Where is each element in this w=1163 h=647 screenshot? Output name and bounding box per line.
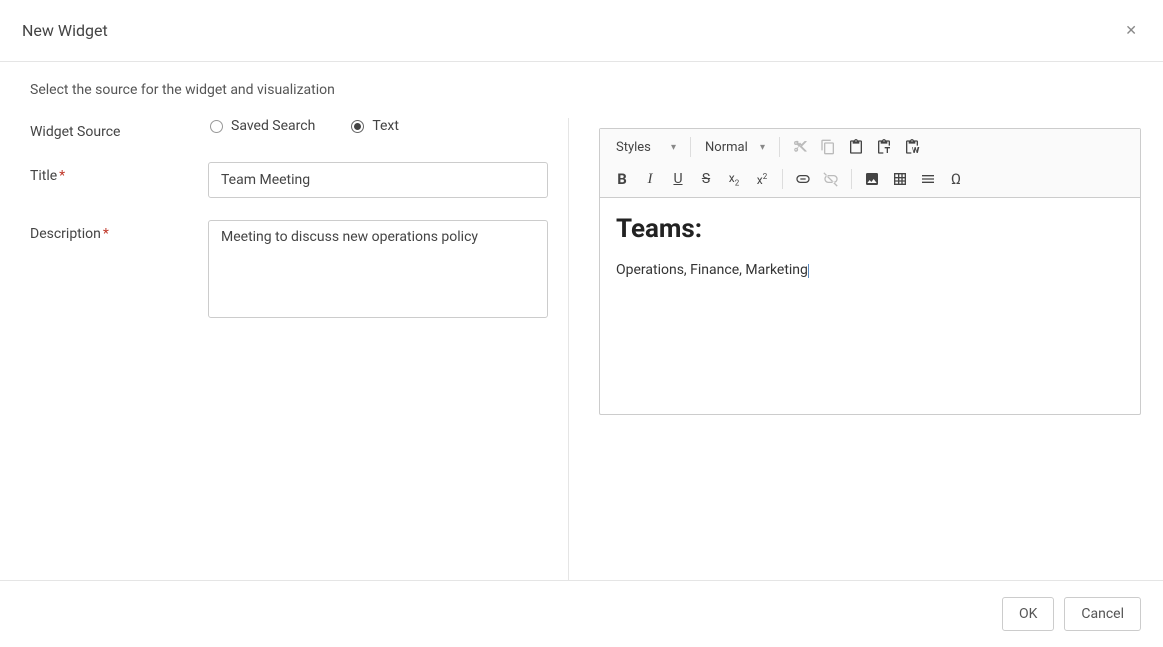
radio-circle-text	[351, 120, 364, 133]
editor-paragraph: Operations, Finance, Marketing	[616, 262, 1124, 278]
styles-dropdown-label: Styles	[616, 140, 651, 155]
underline-icon: U	[673, 171, 682, 187]
toolbar-row-2: B I U S x2 x2	[608, 165, 1132, 193]
widget-source-label: Widget Source	[30, 118, 210, 140]
title-row: Title*	[30, 162, 548, 198]
paste-icon	[848, 139, 864, 155]
right-panel: Styles ▾ Normal ▾	[569, 118, 1163, 580]
radio-text[interactable]: Text	[351, 118, 399, 134]
close-button[interactable]: ✕	[1121, 18, 1141, 43]
instruction-text: Select the source for the widget and vis…	[0, 62, 1163, 118]
description-input[interactable]	[208, 220, 548, 318]
radio-saved-search[interactable]: Saved Search	[210, 118, 315, 134]
format-group: Normal ▾	[697, 136, 773, 159]
toolbar-separator	[782, 169, 783, 189]
paste-word-icon	[904, 139, 920, 155]
cut-button[interactable]	[786, 133, 814, 161]
insert-group: Ω	[858, 165, 970, 193]
text-cursor	[808, 264, 809, 278]
editor-toolbar: Styles ▾ Normal ▾	[600, 129, 1140, 198]
new-widget-dialog: New Widget ✕ Select the source for the w…	[0, 0, 1163, 647]
format-dropdown[interactable]: Normal ▾	[697, 136, 773, 159]
table-button[interactable]	[886, 165, 914, 193]
subscript-button[interactable]: x2	[720, 165, 748, 193]
title-input[interactable]	[208, 162, 548, 198]
image-icon	[864, 171, 880, 187]
copy-button[interactable]	[814, 133, 842, 161]
description-row: Description*	[30, 220, 548, 318]
toolbar-row-1: Styles ▾ Normal ▾	[608, 133, 1132, 161]
dialog-header: New Widget ✕	[0, 0, 1163, 62]
required-marker: *	[59, 168, 65, 184]
bold-button[interactable]: B	[608, 165, 636, 193]
radio-label-saved-search: Saved Search	[231, 118, 315, 134]
rich-text-editor: Styles ▾ Normal ▾	[599, 128, 1141, 415]
subscript-icon: x2	[729, 171, 739, 187]
required-marker: *	[103, 226, 109, 242]
omega-icon: Ω	[951, 170, 961, 188]
text-format-group: B I U S x2 x2	[608, 165, 776, 193]
title-label: Title*	[30, 162, 208, 184]
styles-dropdown[interactable]: Styles ▾	[608, 136, 684, 159]
underline-button[interactable]: U	[664, 165, 692, 193]
strikethrough-icon: S	[702, 171, 710, 187]
horizontal-rule-button[interactable]	[914, 165, 942, 193]
copy-icon	[820, 139, 836, 155]
styles-group: Styles ▾	[608, 136, 684, 159]
format-dropdown-label: Normal	[705, 140, 748, 155]
radio-label-text: Text	[372, 118, 399, 134]
title-label-text: Title	[30, 168, 57, 184]
editor-heading: Teams:	[616, 214, 1124, 244]
italic-icon: I	[648, 171, 653, 188]
widget-source-row: Widget Source Saved Search Text	[30, 118, 548, 140]
strikethrough-button[interactable]: S	[692, 165, 720, 193]
clipboard-group	[786, 133, 926, 161]
description-label: Description*	[30, 220, 208, 242]
left-panel: Widget Source Saved Search Text	[0, 118, 569, 580]
caret-down-icon: ▾	[671, 142, 676, 153]
special-char-button[interactable]: Ω	[942, 165, 970, 193]
dialog-footer: OK Cancel	[0, 580, 1163, 647]
superscript-button[interactable]: x2	[748, 165, 776, 193]
cut-icon	[792, 139, 808, 155]
horizontal-rule-icon	[920, 171, 936, 187]
widget-source-radio-group: Saved Search Text	[210, 118, 399, 134]
caret-down-icon: ▾	[760, 142, 765, 153]
superscript-icon: x2	[757, 172, 767, 187]
paste-button[interactable]	[842, 133, 870, 161]
radio-circle-saved-search	[210, 120, 223, 133]
editor-paragraph-text: Operations, Finance, Marketing	[616, 262, 808, 278]
unlink-button[interactable]	[817, 165, 845, 193]
close-icon: ✕	[1125, 22, 1137, 38]
toolbar-separator	[690, 137, 691, 157]
toolbar-separator	[851, 169, 852, 189]
link-button[interactable]	[789, 165, 817, 193]
dialog-title: New Widget	[22, 21, 108, 40]
paste-text-button[interactable]	[870, 133, 898, 161]
toolbar-separator	[779, 137, 780, 157]
ok-button[interactable]: OK	[1002, 597, 1054, 631]
paste-word-button[interactable]	[898, 133, 926, 161]
unlink-icon	[823, 171, 839, 187]
image-button[interactable]	[858, 165, 886, 193]
dialog-body: Select the source for the widget and vis…	[0, 62, 1163, 580]
table-icon	[892, 171, 908, 187]
form-area: Widget Source Saved Search Text	[0, 118, 1163, 580]
italic-button[interactable]: I	[636, 165, 664, 193]
paste-text-icon	[876, 139, 892, 155]
link-group	[789, 165, 845, 193]
editor-content-area[interactable]: Teams: Operations, Finance, Marketing	[600, 198, 1140, 414]
link-icon	[795, 171, 811, 187]
bold-icon: B	[617, 170, 627, 188]
cancel-button[interactable]: Cancel	[1064, 597, 1141, 631]
description-label-text: Description	[30, 226, 101, 242]
